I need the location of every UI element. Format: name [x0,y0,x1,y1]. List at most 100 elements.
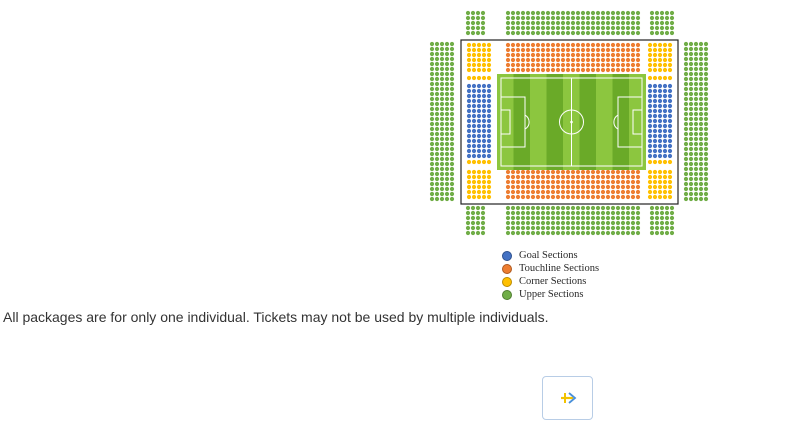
pitch-stripe [513,74,530,170]
seat-upper [585,30,591,36]
seat-touchline [515,57,521,63]
seat-upper [449,131,455,137]
legend-item-goal: Goal Sections [502,249,599,262]
seat-upper [654,10,660,16]
seat-goal [662,83,668,89]
seat-corner [647,174,653,180]
seat-upper [590,205,596,211]
seat-upper [545,25,551,31]
seat-goal [652,133,658,139]
seat-goal [486,83,492,89]
seat-goal [647,133,653,139]
seat-upper [693,66,699,72]
seat-upper [703,66,709,72]
seat-touchline [595,184,601,190]
seat-upper [693,161,699,167]
seat-touchline [530,184,536,190]
seat-corner [667,179,673,185]
seat-upper [570,20,576,26]
seat-upper [439,121,445,127]
seat-touchline [515,169,521,175]
seat-corner [471,189,477,195]
seat-upper [439,156,445,162]
seat-corner [481,67,487,73]
seat-upper [520,10,526,16]
seat-upper [703,146,709,152]
seat-touchline [525,47,531,53]
seat-goal [647,143,653,149]
seat-touchline [565,194,571,200]
next-button[interactable] [542,376,593,420]
seat-upper [525,225,531,231]
seat-touchline [535,47,541,53]
seat-upper [444,156,450,162]
seat-upper [429,156,435,162]
seat-touchline [630,194,636,200]
seat-upper [560,220,566,226]
seat-upper [580,215,586,221]
seat-upper [510,205,516,211]
seat-corner [667,189,673,195]
seat-touchline [600,67,606,73]
seat-upper [449,156,455,162]
seat-touchline [625,67,631,73]
seat-upper [664,225,670,231]
seat-upper [669,210,675,216]
seat-touchline [565,174,571,180]
seat-goal [652,88,658,94]
seat-upper [465,30,471,36]
seat-touchline [555,47,561,53]
touchline-swatch-icon [502,263,512,274]
seat-corner [667,194,673,200]
seat-upper [698,176,704,182]
seat-upper [505,30,511,36]
seat-touchline [535,52,541,58]
seat-goal [652,113,658,119]
seat-goal [647,93,653,99]
seat-touchline [535,174,541,180]
seat-corner [481,75,487,81]
seat-touchline [560,52,566,58]
seat-touchline [520,52,526,58]
seat-upper [683,71,689,77]
seat-upper [605,205,611,211]
seat-touchline [590,189,596,195]
seat-corner [476,169,482,175]
seat-upper [475,10,481,16]
seat-touchline [585,42,591,48]
seat-upper [698,81,704,87]
seat-upper [693,116,699,122]
seat-touchline [620,42,626,48]
seat-goal [476,98,482,104]
seat-upper [630,215,636,221]
seat-touchline [615,174,621,180]
seat-touchline [520,47,526,53]
seat-goal [486,93,492,99]
seat-goal [652,128,658,134]
seat-upper [693,91,699,97]
seat-touchline [540,47,546,53]
seat-upper [595,220,601,226]
seat-upper [693,166,699,172]
seat-touchline [580,67,586,73]
seat-upper [630,220,636,226]
seat-corner [652,47,658,53]
seat-touchline [520,62,526,68]
seat-corner [662,174,668,180]
seat-upper [688,146,694,152]
seat-upper [595,205,601,211]
seat-upper [615,215,621,221]
seat-upper [444,126,450,132]
seat-goal [657,108,663,114]
seat-upper [449,151,455,157]
seat-corner [486,67,492,73]
seat-upper [444,196,450,202]
seat-goal [471,123,477,129]
seat-upper [465,230,471,236]
seat-goal [662,88,668,94]
seat-goal [481,88,487,94]
seat-upper [555,230,561,236]
seat-upper [620,15,626,21]
seat-upper [560,230,566,236]
seat-upper [703,131,709,137]
